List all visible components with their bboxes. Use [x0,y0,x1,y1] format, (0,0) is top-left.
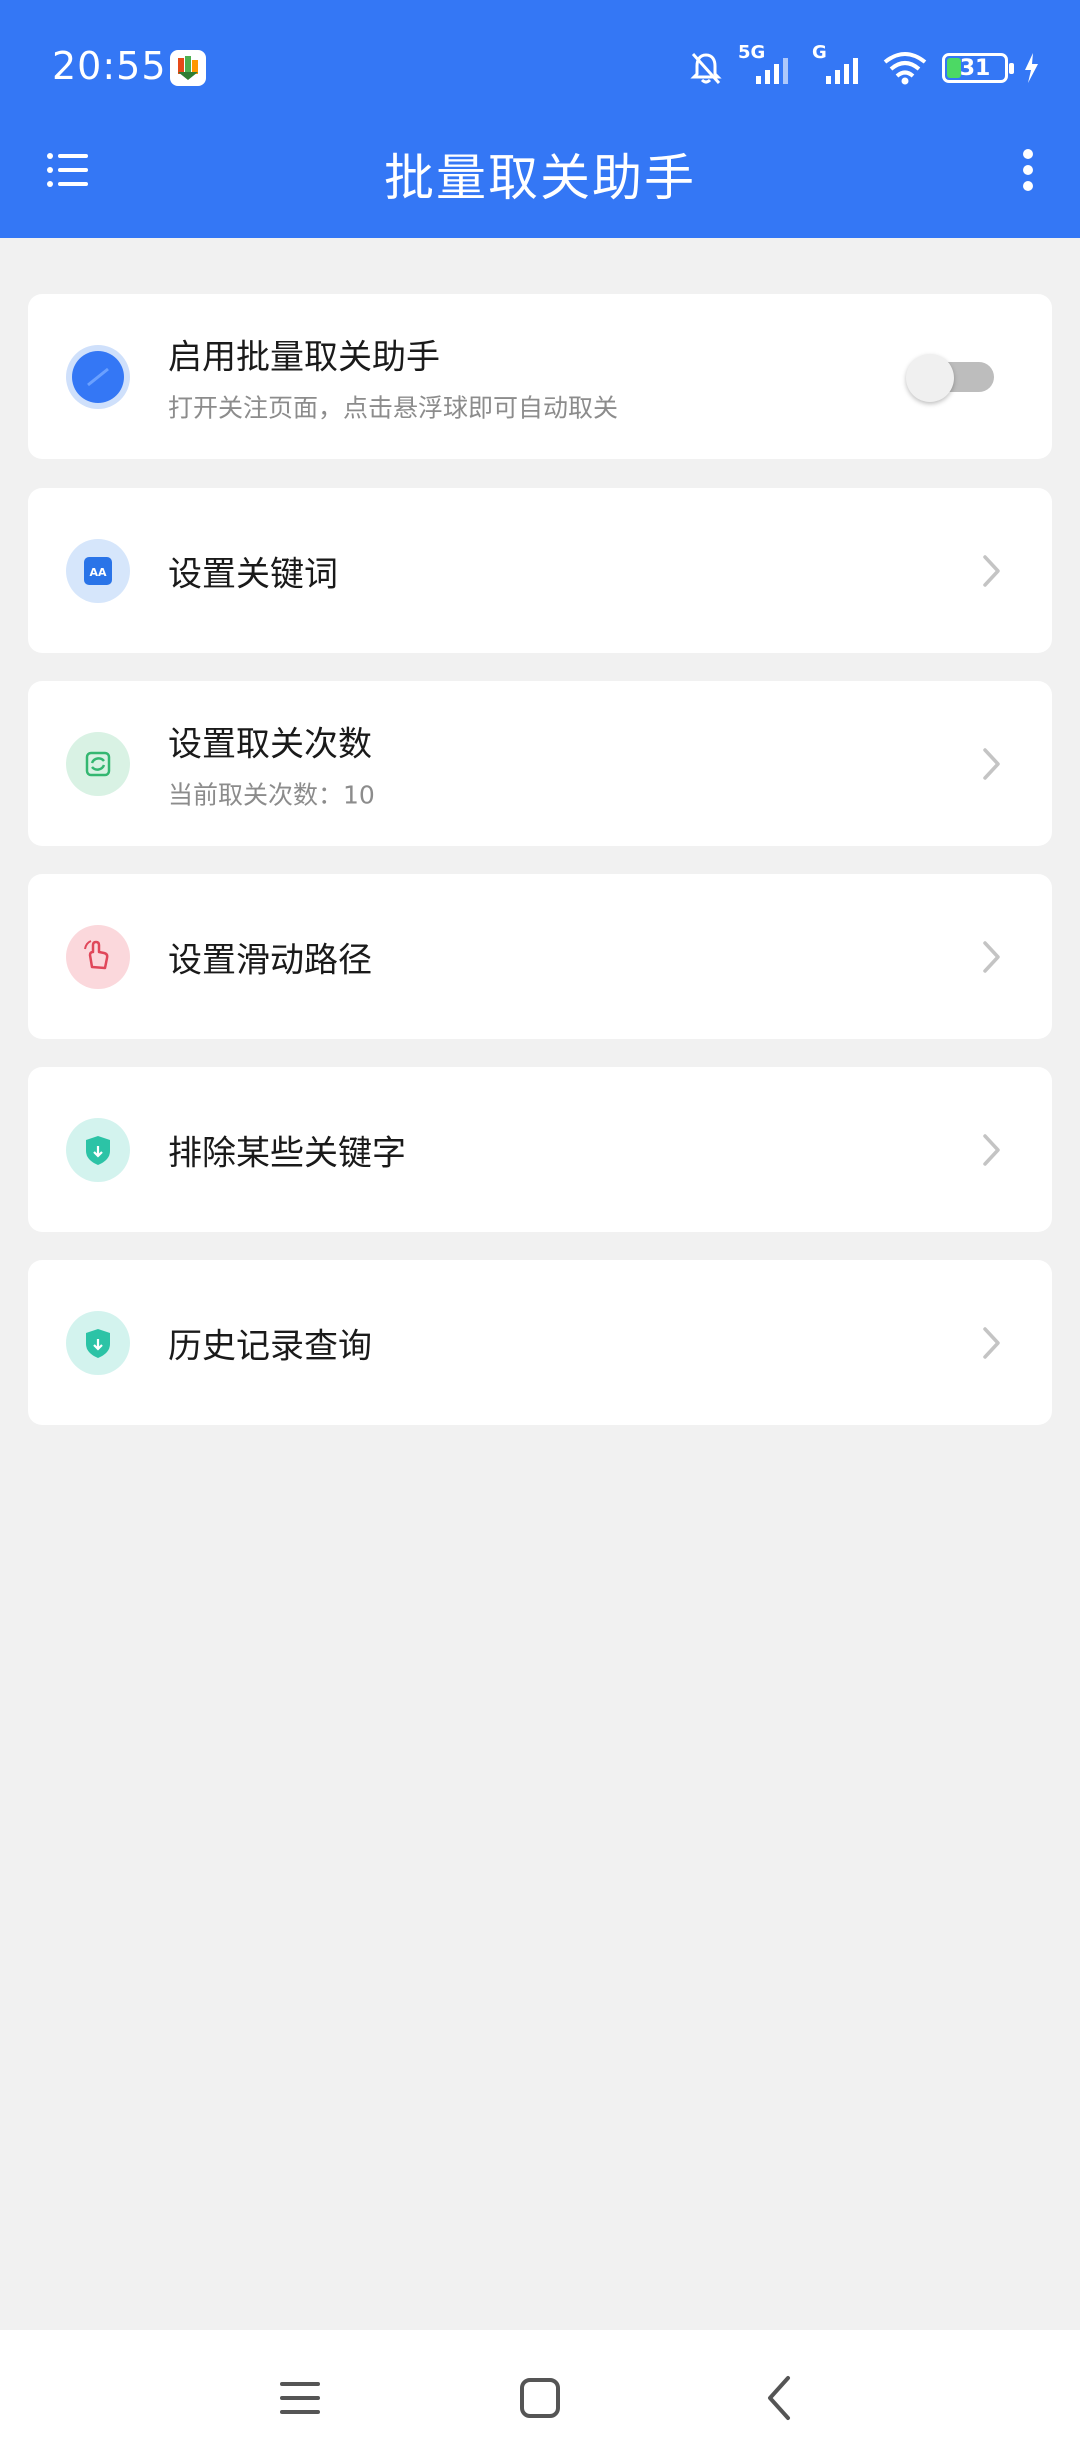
shield-icon [66,1310,130,1375]
more-vertical-icon [1023,149,1033,191]
battery-indicator: 31 [942,53,1014,83]
chevron-right-icon [983,1326,1000,1359]
recent-apps-button[interactable] [272,2370,328,2426]
chevron-right-icon [983,940,1000,973]
wifi-icon [883,52,927,85]
chevron-right-icon [983,747,1000,780]
set-unfollow-count-item[interactable]: 设置取关次数 当前取关次数：10 [28,681,1052,846]
chevron-right-icon [983,554,1000,587]
signal-5g-icon: 5G [738,42,798,88]
home-button[interactable] [512,2370,568,2426]
enable-helper-subtitle: 打开关注页面，点击悬浮球即可自动取关 [168,393,619,422]
set-unfollow-count-label: 设置取关次数 [168,724,372,764]
mute-bell-icon [690,52,722,85]
home-square-icon [520,2378,560,2418]
set-swipe-path-item[interactable]: 设置滑动路径 [28,874,1052,1039]
charging-icon [1025,53,1038,83]
hand-pointer-icon [66,924,130,989]
signal-g-icon: G [812,42,868,88]
enable-helper-title: 启用批量取关助手 [168,337,440,377]
page-title: 批量取关助手 [384,149,696,207]
history-query-item[interactable]: 历史记录查询 [28,1260,1052,1425]
font-size-icon: AA [66,538,130,603]
shield-icon [66,1117,130,1182]
enable-helper-toggle[interactable] [906,353,994,402]
back-button[interactable] [752,2370,808,2426]
system-nav-bar [0,2330,1080,2460]
history-query-label: 历史记录查询 [168,1326,372,1366]
back-arrow-icon [768,2376,790,2420]
status-icons: 5G G 31 [688,42,1040,88]
set-keywords-item[interactable]: AA 设置关键词 [28,488,1052,653]
exclude-keywords-item[interactable]: 排除某些关键字 [28,1067,1052,1232]
helper-icon [66,344,130,409]
hamburger-icon [280,2382,320,2414]
status-time: 20:55 [52,44,167,88]
notification-app-icon [170,50,206,86]
current-unfollow-count: 当前取关次数：10 [168,780,375,809]
chevron-right-icon [983,1133,1000,1166]
app-bar: 20:55 5G G 31 批量取关助手 [0,0,1080,238]
more-options-button[interactable] [1016,146,1040,194]
set-keywords-label: 设置关键词 [168,554,338,594]
svg-text:AA: AA [89,566,107,579]
set-swipe-path-label: 设置滑动路径 [168,940,372,980]
enable-helper-card[interactable]: 启用批量取关助手 打开关注页面，点击悬浮球即可自动取关 [28,294,1052,459]
exclude-keywords-label: 排除某些关键字 [168,1133,406,1173]
refresh-icon [66,731,130,796]
